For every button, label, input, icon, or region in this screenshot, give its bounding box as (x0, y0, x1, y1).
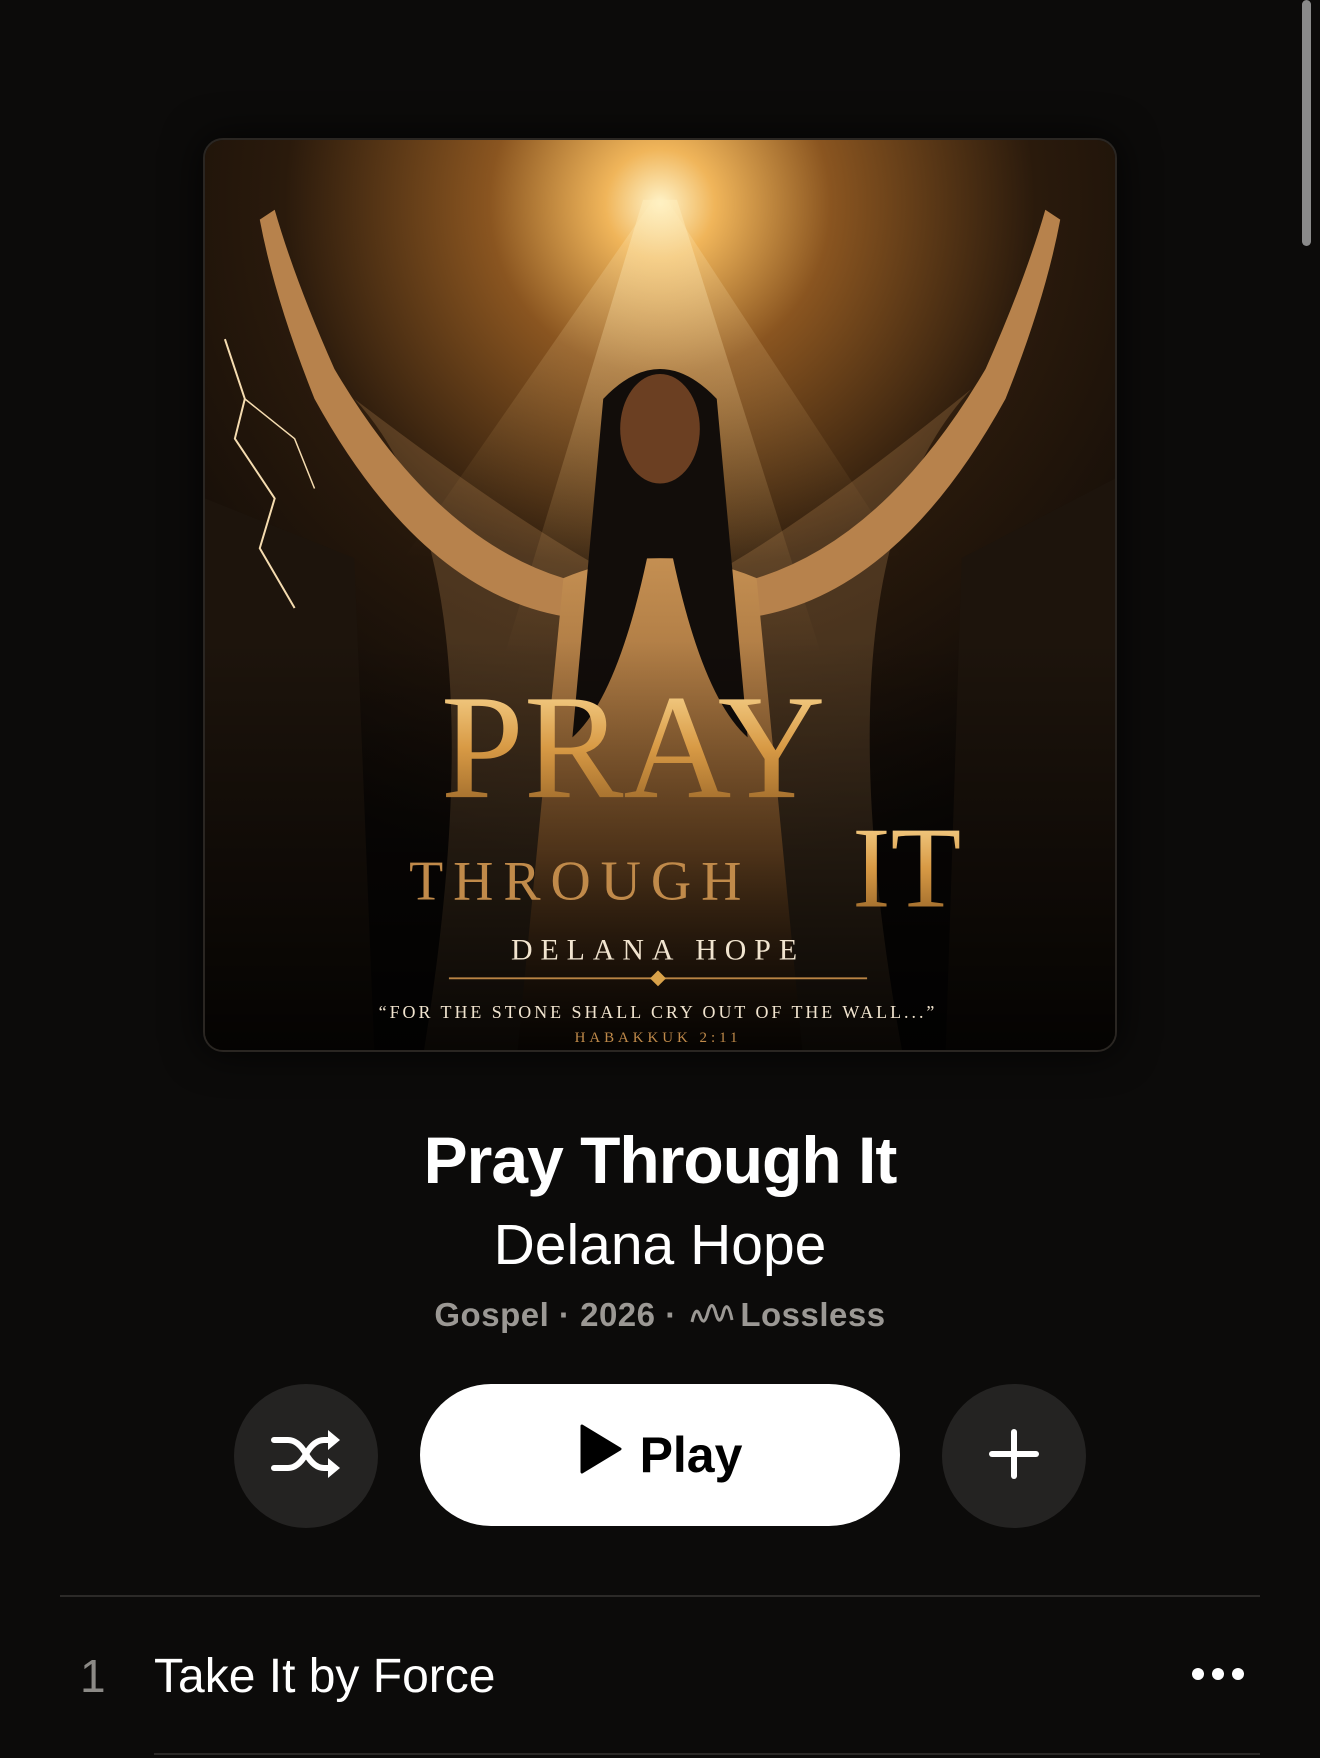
track-divider (154, 1753, 1260, 1755)
track-title: Take It by Force (154, 1650, 496, 1703)
cover-title-pray: PRAY (441, 665, 826, 830)
cover-reference: HABAKKUK 2:11 (575, 1030, 742, 1046)
album-genre: Gospel (434, 1296, 550, 1333)
meta-separator: · (558, 1296, 571, 1333)
cover-title-it: IT (852, 804, 961, 932)
lossless-icon (690, 1300, 734, 1338)
album-artwork[interactable]: PRAY THROUGH IT DELANA HOPE “FOR THE STO… (203, 138, 1117, 1052)
play-label: Play (639, 1427, 743, 1483)
shuffle-button[interactable] (234, 1384, 378, 1528)
meta-separator: · (665, 1296, 677, 1333)
album-title: Pray Through It (423, 1123, 898, 1197)
cover-title-through: THROUGH (409, 851, 751, 913)
more-options-icon[interactable] (1188, 1659, 1248, 1689)
shuffle-icon (270, 1426, 342, 1487)
album-year: 2026 (580, 1296, 656, 1333)
track-row[interactable]: 1 Take It by Force (0, 1597, 1320, 1755)
play-button[interactable]: Play (420, 1384, 900, 1526)
plus-icon (986, 1426, 1042, 1487)
album-artist[interactable]: Delana Hope (0, 1212, 1320, 1278)
cover-artist: DELANA HOPE (511, 933, 805, 966)
cover-quote: “FOR THE STONE SHALL CRY OUT OF THE WALL… (379, 1002, 938, 1022)
album-cover-image: PRAY THROUGH IT DELANA HOPE “FOR THE STO… (205, 140, 1115, 1050)
album-meta: Gospel · 2026 · Lossless (0, 1296, 1320, 1338)
scrollbar[interactable] (1302, 0, 1311, 246)
add-to-library-button[interactable] (942, 1384, 1086, 1528)
play-icon (578, 1424, 622, 1486)
track-number: 1 (80, 1650, 106, 1702)
album-quality: Lossless (740, 1296, 886, 1333)
